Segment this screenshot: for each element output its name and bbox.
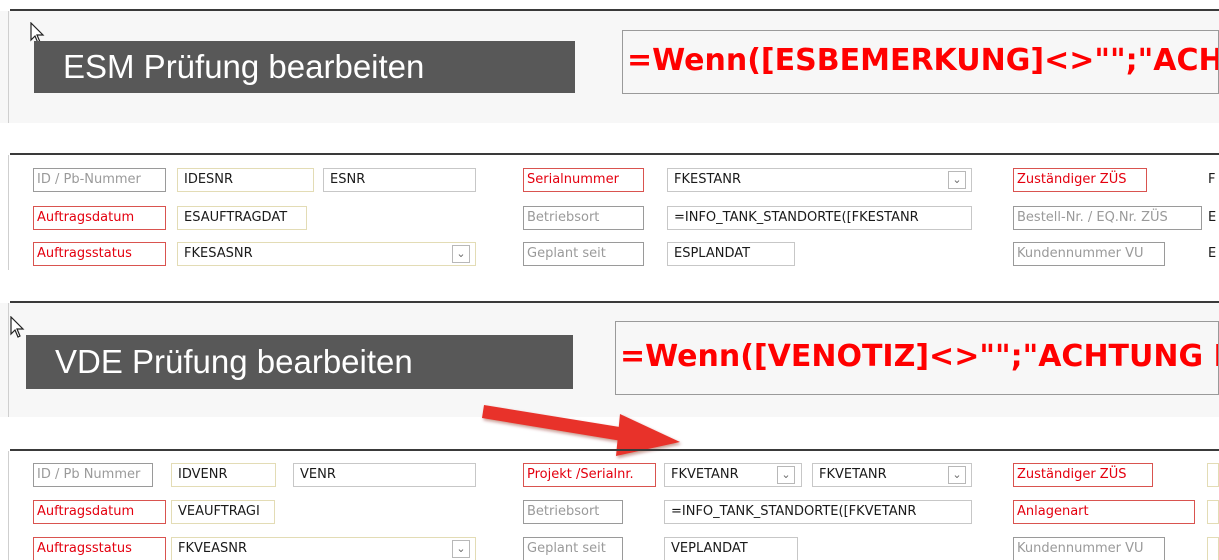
chevron-down-icon[interactable]: ⌄ <box>777 466 795 484</box>
vde-site-field[interactable]: =INFO_TANK_STANDORTE([FKVETANR <box>664 500 972 524</box>
esm-page-title: ESM Prüfung bearbeiten <box>34 41 575 93</box>
esm-customer-field[interactable]: E <box>1205 242 1219 266</box>
esm-left-edge <box>8 11 9 123</box>
vde-zues-field[interactable] <box>1207 463 1219 487</box>
chevron-down-icon[interactable]: ⌄ <box>948 171 966 189</box>
esm-nr-field[interactable]: ESNR <box>323 168 476 192</box>
esm-date-field[interactable]: ESAUFTRAGDAT <box>177 206 307 230</box>
esm-order-label: Bestell-Nr. / EQ.Nr. ZÜS <box>1013 206 1202 230</box>
vde-site-label: Betriebsort <box>523 500 623 524</box>
mouse-pointer-icon <box>10 316 25 338</box>
esm-status-label: Auftragsstatus <box>33 242 166 266</box>
chevron-down-icon[interactable]: ⌄ <box>452 245 470 263</box>
esm-customer-label: Kundennummer VU <box>1013 242 1165 266</box>
esm-form-left-edge <box>8 155 9 270</box>
vde-type-label: Anlagenart <box>1013 500 1195 524</box>
chevron-down-icon[interactable]: ⌄ <box>452 540 470 558</box>
vde-status-select[interactable]: FKVEASNR <box>171 537 476 560</box>
vde-nr-field[interactable]: VENR <box>293 463 476 487</box>
esm-zues-label: Zuständiger ZÜS <box>1013 168 1147 192</box>
vde-project-label: Projekt /Serialnr. <box>523 463 656 487</box>
vde-type-field[interactable] <box>1207 500 1219 524</box>
esm-site-label: Betriebsort <box>523 206 644 230</box>
esm-serial-label: Serialnummer <box>523 168 644 192</box>
esm-order-field[interactable]: E <box>1205 206 1219 230</box>
vde-planned-field[interactable]: VEPLANDAT <box>664 537 798 560</box>
vde-form-divider <box>10 449 1219 451</box>
esm-site-field[interactable]: =INFO_TANK_STANDORTE([FKESTANR <box>667 206 972 230</box>
vde-left-edge <box>8 303 9 417</box>
esm-zues-field[interactable]: F <box>1205 168 1219 192</box>
vde-planned-label: Geplant seit <box>523 537 623 560</box>
esm-date-label: Auftragsdatum <box>33 206 166 230</box>
esm-form-divider <box>10 153 1219 155</box>
vde-customer-label: Kundennummer VU <box>1013 537 1165 560</box>
vde-id-label: ID / Pb Nummer <box>33 463 153 487</box>
vde-form-left-edge <box>8 451 9 560</box>
esm-planned-label: Geplant seit <box>523 242 644 266</box>
vde-page-title: VDE Prüfung bearbeiten <box>26 335 573 389</box>
vde-zues-label: Zuständiger ZÜS <box>1013 463 1153 487</box>
esm-serial-select[interactable]: FKESTANR <box>667 168 972 192</box>
esm-id-label: ID / Pb-Nummer <box>33 168 166 192</box>
vde-date-field[interactable]: VEAUFTRAGI <box>171 500 275 524</box>
esm-notice-formula: =Wenn([ESBEMERKUNG]<>"";"ACHTUNG <box>622 30 1219 94</box>
esm-id-field[interactable]: IDESNR <box>177 168 314 192</box>
esm-status-select[interactable]: FKESASNR <box>177 242 476 266</box>
vde-date-label: Auftragsdatum <box>33 500 166 524</box>
chevron-down-icon[interactable]: ⌄ <box>948 466 966 484</box>
vde-status-label: Auftragsstatus <box>33 537 166 560</box>
esm-planned-field[interactable]: ESPLANDAT <box>667 242 795 266</box>
vde-customer-field[interactable] <box>1207 537 1219 560</box>
vde-notice-formula: =Wenn([VENOTIZ]<>"";"ACHTUNG E <box>615 321 1219 395</box>
vde-id-field[interactable]: IDVENR <box>171 463 276 487</box>
